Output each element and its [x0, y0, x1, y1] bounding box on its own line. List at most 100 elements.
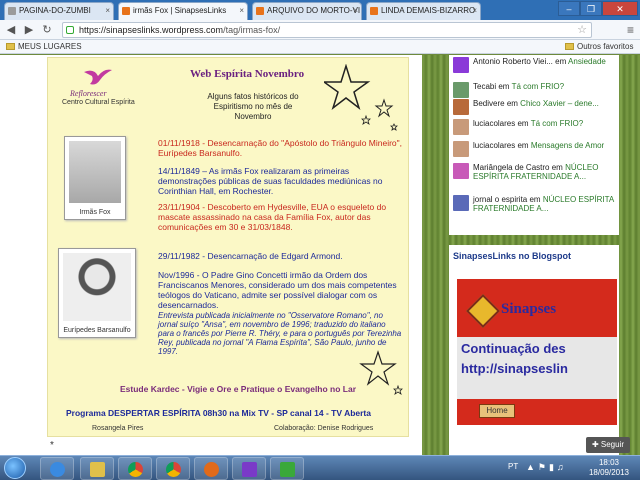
comment-author[interactable]: Bedivere [473, 99, 505, 108]
minimize-icon[interactable]: – [558, 1, 580, 16]
event-1904: 23/11/1904 - Descoberto em Hydesville, E… [158, 202, 387, 232]
close-tab-icon[interactable]: × [105, 3, 110, 19]
photo-irmas-fox: Irmãs Fox [64, 136, 126, 220]
credit-author: Rosangela Pires [92, 425, 144, 432]
chrome-icon [128, 462, 143, 477]
poster-subtitle: Alguns fatos históricos do Espiritismo n… [207, 92, 299, 121]
stars-decoration-icon [324, 64, 398, 131]
back-icon[interactable]: ◀ [4, 23, 18, 37]
comment-post-link[interactable]: Tá com FRIO? [531, 119, 583, 128]
close-tab-icon[interactable]: × [239, 3, 244, 19]
tab-irmas-fox[interactable]: irmãs Fox | SinapsesLinks × [118, 2, 248, 20]
taskbar-ie[interactable] [40, 457, 74, 480]
taskbar-clock[interactable]: 18:03 18/09/2013 [585, 458, 633, 478]
comment-author[interactable]: jornal o espirita [473, 195, 527, 204]
close-window-icon[interactable]: ✕ [602, 1, 638, 16]
avatar[interactable] [453, 119, 469, 135]
window-controls: – ❐ ✕ [558, 1, 638, 17]
blogspot-widget: SinapsesLinks no Blogspot Sinapses Conti… [449, 245, 619, 455]
wordpress-favicon-icon [122, 7, 130, 15]
page-viewport: Reflorescer Centro Cultural Espírita Web… [0, 55, 640, 455]
address-bar[interactable]: https://sinapseslinks.wordpress.com/tag/… [62, 22, 592, 38]
euripedes-image [63, 253, 131, 321]
banner-brand: Sinapses [501, 301, 557, 317]
blogspot-banner[interactable]: Sinapses Continuação des http://sinapses… [455, 277, 619, 427]
event-1996: Nov/1996 - O Padre Gino Concetti irmão d… [158, 270, 397, 310]
comment-on-label: em [517, 141, 529, 150]
comment-author[interactable]: Mariângela de Castro [473, 163, 549, 172]
bookmark-star-icon[interactable]: ☆ [577, 23, 587, 37]
page-favicon-icon [8, 7, 16, 15]
credit-collaboration: Colaboração: Denise Rodrigues [274, 425, 374, 432]
comment-on-label: em [498, 82, 510, 91]
poster-image: Reflorescer Centro Cultural Espírita Web… [47, 57, 409, 437]
taskbar-media[interactable] [194, 457, 228, 480]
widget-title: SinapsesLinks no Blogspot [449, 245, 619, 267]
dove-logo-icon [84, 69, 112, 85]
clock-time: 18:03 [598, 458, 620, 467]
taskbar-app[interactable] [232, 457, 266, 480]
bookmark-folder-outros[interactable]: Outros favoritos [565, 40, 633, 54]
close-tab-icon[interactable]: × [472, 3, 477, 19]
follow-button[interactable]: ✚ Seguir [585, 437, 630, 453]
taskbar-chrome[interactable] [118, 457, 152, 480]
blogger-favicon-icon [370, 7, 378, 15]
menu-icon[interactable]: ≡ [627, 23, 634, 37]
banner-line-1: Continuação des [461, 341, 566, 356]
comment-author[interactable]: Tecabi [473, 82, 496, 91]
post-content: Reflorescer Centro Cultural Espírita Web… [0, 55, 422, 455]
restore-icon[interactable]: ❐ [580, 1, 602, 16]
start-button[interactable] [4, 457, 26, 479]
internet-explorer-icon [50, 462, 65, 477]
comment-post-link[interactable]: Chico Xavier – dene... [520, 99, 599, 108]
comment-post-link[interactable]: Tá com FRIO? [512, 82, 564, 91]
recent-comments-widget: Antonio Roberto Viei... em Ansiedade Tec… [449, 55, 619, 235]
tab-pagina-do-zumbi[interactable]: PAGINA-DO-ZUMBI × [4, 2, 114, 20]
avatar[interactable] [453, 141, 469, 157]
tab-linda-demais[interactable]: LINDA DEMAIS-BIZARRO × [366, 2, 481, 20]
forward-icon[interactable]: ▶ [22, 23, 36, 37]
poster-program: Programa DESPERTAR ESPÍRITA 08h30 na Mix… [66, 408, 371, 418]
banner-strip: Continuação des http://sinapseslin [457, 337, 617, 399]
avatar[interactable] [453, 163, 469, 179]
poster-title: Web Espírita Novembro [190, 68, 305, 80]
comment-author[interactable]: luciacolares [473, 141, 515, 150]
reload-icon[interactable]: ↻ [40, 23, 54, 37]
tab-title: PAGINA-DO-ZUMBI [19, 6, 91, 15]
bookmark-folder-meus-lugares[interactable]: MEUS LUGARES [6, 40, 82, 54]
stars-decoration-icon [359, 350, 403, 395]
banner-home-button[interactable]: Home [479, 404, 515, 418]
browser-toolbar: ◀ ▶ ↻ https://sinapseslinks.wordpress.co… [0, 20, 640, 40]
tab-title: LINDA DEMAIS-BIZARRO [381, 6, 476, 15]
avatar[interactable] [453, 195, 469, 211]
logo-name: Reflorescer [70, 89, 107, 98]
tab-title: irmãs Fox | SinapsesLinks [133, 6, 227, 15]
comment-post-link[interactable]: Ansiedade [568, 57, 606, 66]
comment-on-label: em [517, 119, 529, 128]
avatar[interactable] [453, 99, 469, 115]
photo-euripedes: Eurípedes Barsanulfo [58, 248, 136, 338]
taskbar-explorer[interactable] [80, 457, 114, 480]
event-1849: 14/11/1849 – As irmãs Fox realizaram as … [158, 166, 383, 196]
language-indicator[interactable]: PT [508, 462, 518, 471]
avatar[interactable] [453, 57, 469, 73]
system-tray[interactable]: ▲⚑▮♫ [526, 462, 567, 473]
avatar[interactable] [453, 82, 469, 98]
blogger-favicon-icon [256, 7, 264, 15]
comment-post-link[interactable]: Mensagens de Amor [531, 141, 604, 150]
tab-arquivo-do-morto[interactable]: ARQUIVO DO MORTO-VI × [252, 2, 362, 20]
taskbar-app-2[interactable] [270, 457, 304, 480]
comment-on-label: em [555, 57, 567, 66]
lock-icon [66, 26, 74, 34]
app-icon [280, 462, 295, 477]
clock-date: 18/09/2013 [588, 468, 630, 477]
taskbar-chrome-2[interactable] [156, 457, 190, 480]
visual-studio-icon [242, 462, 257, 477]
comment-author[interactable]: luciacolares [473, 119, 515, 128]
close-tab-icon[interactable]: × [353, 3, 358, 19]
logo-subtitle: Centro Cultural Espírita [62, 99, 135, 106]
bookmarks-bar: MEUS LUGARES Outros favoritos [0, 40, 640, 54]
media-player-icon [204, 462, 219, 477]
photo-caption: Eurípedes Barsanulfo [63, 327, 131, 334]
comment-author[interactable]: Antonio Roberto Viei... [473, 57, 553, 66]
